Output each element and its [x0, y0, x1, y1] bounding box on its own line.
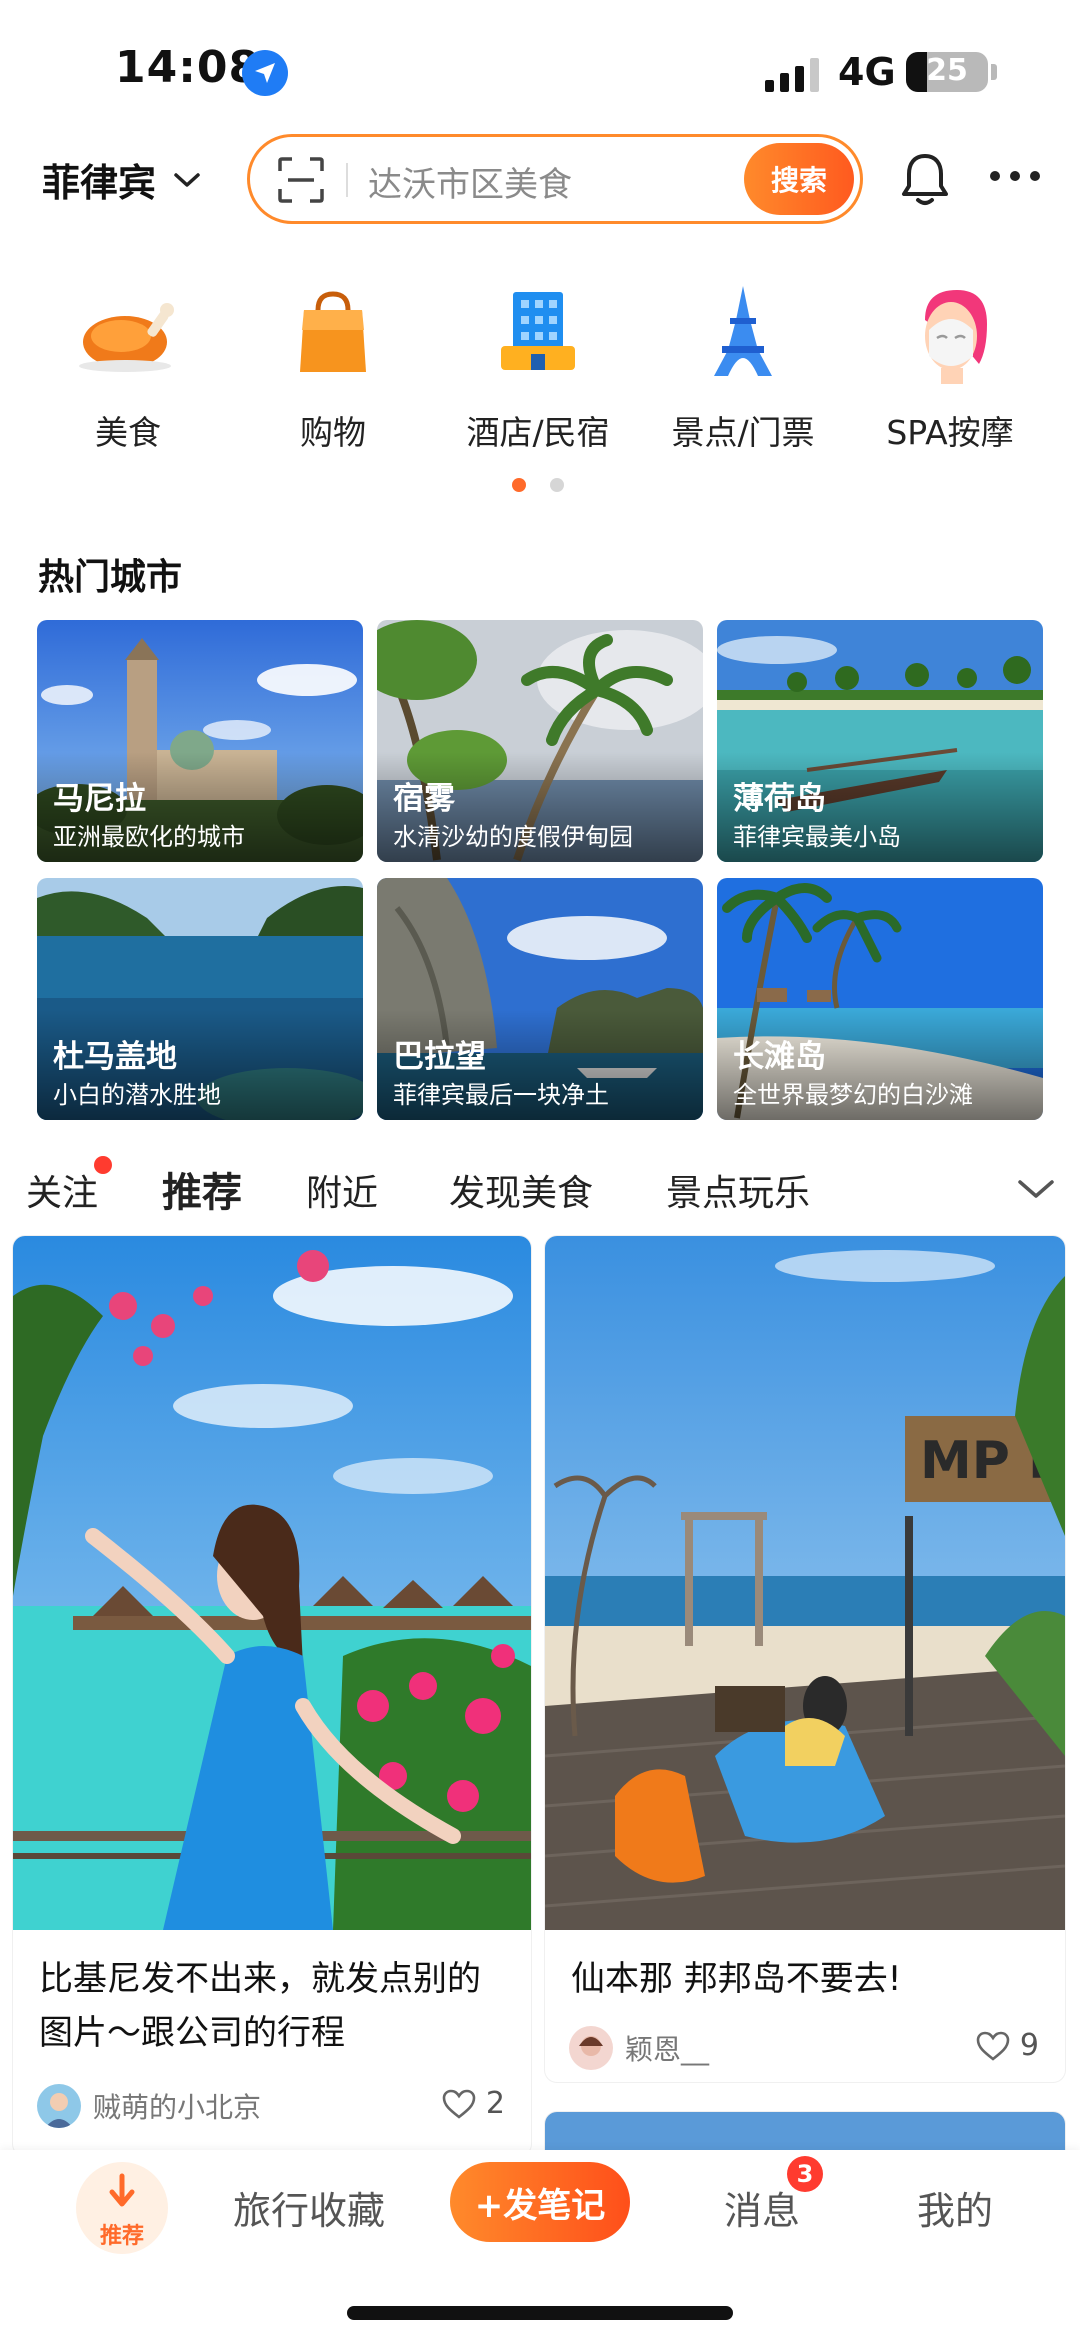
status-bar: 14:08 4G 25	[0, 0, 1080, 140]
like-count: 9	[1019, 2028, 1039, 2063]
network-type: 4G	[838, 50, 896, 94]
location-arrow-icon	[242, 50, 288, 96]
author-name: 颖恩__	[625, 2033, 710, 2066]
search-input[interactable]: 达沃市区美食	[368, 157, 572, 206]
category-attractions[interactable]: 景点/门票	[643, 280, 843, 454]
more-options-icon[interactable]	[990, 156, 1040, 196]
post-author[interactable]: 颖恩__	[569, 2026, 709, 2070]
page-dot-active	[512, 478, 526, 492]
message-badge: 3	[787, 2156, 823, 2192]
heart-icon	[442, 2089, 476, 2119]
category-spa[interactable]: SPA按摩	[850, 280, 1050, 454]
signal-icon	[765, 58, 819, 92]
tab-follow[interactable]: 关注	[26, 1164, 98, 1216]
post-title: 比基尼发不出来，就发点别的 图片～跟公司的行程	[39, 1952, 481, 2060]
page-indicator	[512, 478, 564, 492]
city-name: 马尼拉	[53, 781, 146, 817]
chevron-down-icon	[174, 172, 200, 187]
like-button[interactable]: 9	[976, 2028, 1039, 2063]
down-arrow-icon	[109, 2173, 135, 2207]
category-label: SPA按摩	[886, 413, 1014, 452]
search-bar[interactable]: 达沃市区美食 搜索	[247, 134, 863, 224]
city-card-boracay[interactable]: 长滩岛 全世界最梦幻的白沙滩	[717, 878, 1043, 1120]
city-card-dumaguete[interactable]: 杜马盖地 小白的潜水胜地	[37, 878, 363, 1120]
post-title-line: 图片～跟公司的行程	[39, 2013, 345, 2053]
feed-card[interactable]: 比基尼发不出来，就发点别的 图片～跟公司的行程 贼萌的小北京 2	[13, 1236, 531, 2156]
avatar	[37, 2084, 81, 2128]
post-photo	[13, 1236, 531, 1930]
category-shopping[interactable]: 购物	[233, 280, 433, 454]
face-mask-icon	[895, 280, 1005, 390]
tab-recommend[interactable]: 推荐	[162, 1160, 242, 1218]
top-header: 菲律宾 达沃市区美食 搜索	[0, 130, 1080, 230]
like-count: 2	[485, 2086, 505, 2121]
category-label: 景点/门票	[671, 413, 815, 452]
tab-nearby[interactable]: 附近	[306, 1164, 378, 1216]
city-desc: 菲律宾最美小岛	[733, 823, 901, 851]
status-time: 14:08	[115, 42, 261, 93]
city-desc: 菲律宾最后一块净土	[393, 1081, 609, 1109]
home-indicator[interactable]	[347, 2306, 733, 2320]
category-label: 酒店/民宿	[466, 413, 610, 452]
nav-label: 推荐	[99, 2224, 144, 2249]
battery-icon: 25	[906, 52, 988, 92]
search-button[interactable]: 搜索	[744, 143, 854, 215]
category-hotel[interactable]: 酒店/民宿	[438, 280, 638, 454]
battery-tip	[991, 64, 997, 80]
city-name: 巴拉望	[393, 1039, 486, 1075]
city-name: 长滩岛	[733, 1039, 826, 1075]
roast-chicken-icon	[73, 280, 183, 390]
city-name: 宿雾	[393, 781, 455, 817]
city-desc: 小白的潜水胜地	[53, 1081, 221, 1109]
city-desc: 水清沙幼的度假伊甸园	[393, 823, 633, 851]
page-dot	[550, 478, 564, 492]
post-title-line: 仙本那 邦邦岛不要去!	[571, 1959, 902, 1999]
like-button[interactable]: 2	[442, 2086, 505, 2121]
new-post-button[interactable]: +发笔记	[450, 2162, 630, 2242]
tab-label: 推荐	[162, 1170, 242, 1216]
city-name: 菲律宾	[42, 161, 157, 205]
feed-tabs: 关注 推荐 附近 发现美食 景点玩乐	[0, 1156, 1080, 1222]
unread-dot	[94, 1156, 112, 1174]
city-card-manila[interactable]: 马尼拉 亚洲最欧化的城市	[37, 620, 363, 862]
heart-icon	[976, 2031, 1010, 2061]
city-selector[interactable]: 菲律宾	[42, 152, 202, 207]
search-divider	[346, 163, 348, 197]
bell-icon[interactable]	[898, 150, 952, 208]
tab-attractions[interactable]: 景点玩乐	[666, 1164, 810, 1216]
post-photo: MP R	[545, 1236, 1065, 1930]
shopping-bag-icon	[278, 280, 388, 390]
category-food[interactable]: 美食	[28, 280, 228, 454]
nav-recommend[interactable]: 推荐	[76, 2162, 168, 2254]
tab-food[interactable]: 发现美食	[449, 1164, 593, 1216]
avatar	[569, 2026, 613, 2070]
post-title: 仙本那 邦邦岛不要去!	[571, 1952, 901, 2006]
hotel-building-icon	[483, 280, 593, 390]
nav-me[interactable]: 我的	[917, 2180, 993, 2235]
post-title-line: 比基尼发不出来，就发点别的	[39, 1959, 481, 1999]
city-desc: 全世界最梦幻的白沙滩	[733, 1081, 973, 1109]
category-label: 美食	[95, 413, 161, 452]
city-card-bohol[interactable]: 薄荷岛 菲律宾最美小岛	[717, 620, 1043, 862]
section-title: 热门城市	[38, 557, 183, 598]
city-name: 薄荷岛	[733, 781, 826, 817]
nav-messages[interactable]: 消息	[724, 2180, 800, 2235]
category-menu: 美食 购物 酒店/民宿 景点/门票 SPA按摩	[0, 280, 1080, 452]
city-name: 杜马盖地	[53, 1039, 177, 1075]
battery-level: 25	[926, 53, 968, 88]
scan-icon[interactable]	[278, 157, 324, 203]
city-desc: 亚洲最欧化的城市	[53, 823, 245, 851]
nav-favorites[interactable]: 旅行收藏	[233, 2180, 385, 2235]
city-card-palawan[interactable]: 巴拉望 菲律宾最后一块净土	[377, 878, 703, 1120]
city-card-cebu[interactable]: 宿雾 水清沙幼的度假伊甸园	[377, 620, 703, 862]
feed-card[interactable]: MP R 仙本那 邦邦岛不要去! 颖恩__ 9	[545, 1236, 1065, 2082]
eiffel-tower-icon	[688, 280, 798, 390]
chevron-down-icon[interactable]	[1016, 1174, 1056, 1204]
category-label: 购物	[300, 413, 366, 452]
post-author[interactable]: 贼萌的小北京	[37, 2084, 261, 2128]
author-name: 贼萌的小北京	[93, 2091, 262, 2124]
